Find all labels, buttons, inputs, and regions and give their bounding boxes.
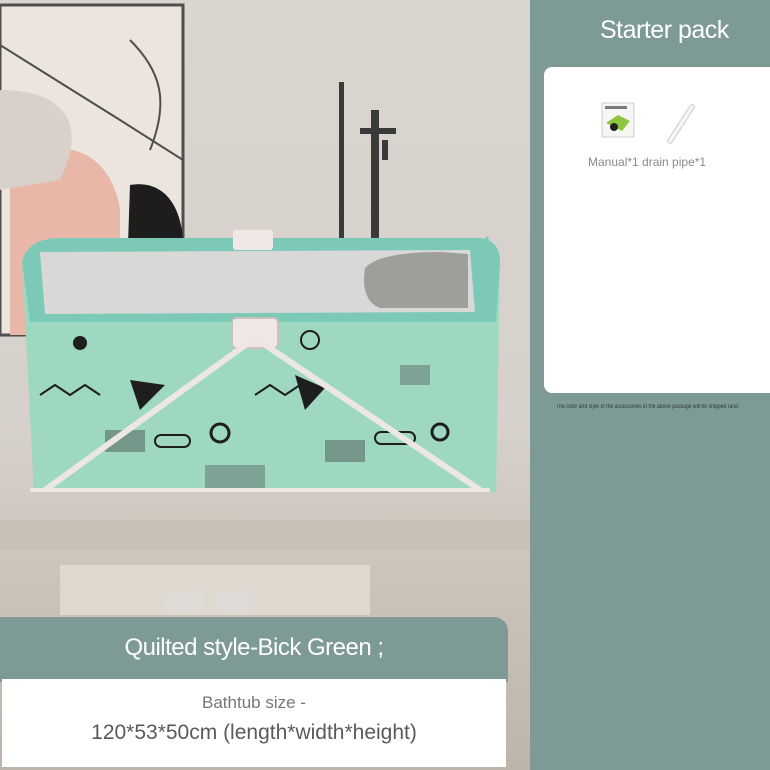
footnote: The color and style of the accessories i… [556, 404, 738, 410]
panel-title: Starter pack [600, 16, 729, 44]
accessories-caption: Manual*1 drain pipe*1 [588, 155, 707, 169]
manual-icon [601, 102, 635, 138]
size-label: Bathtub size - [202, 693, 306, 712]
accessory-card: Manual*1 drain pipe*1 [544, 67, 770, 393]
drain-pipe-icon [667, 104, 695, 144]
size-card: Bathtub size - 120*53*50cm (length*width… [2, 679, 506, 767]
style-name: Quilted style-Bick Green ; [124, 634, 384, 661]
size-value: 120*53*50cm (length*width*height) [91, 721, 417, 744]
starter-pack-panel: Starter pack Manual*1 drain pipe*1 The c… [530, 0, 770, 770]
style-banner: Quilted style-Bick Green ; [0, 617, 508, 682]
